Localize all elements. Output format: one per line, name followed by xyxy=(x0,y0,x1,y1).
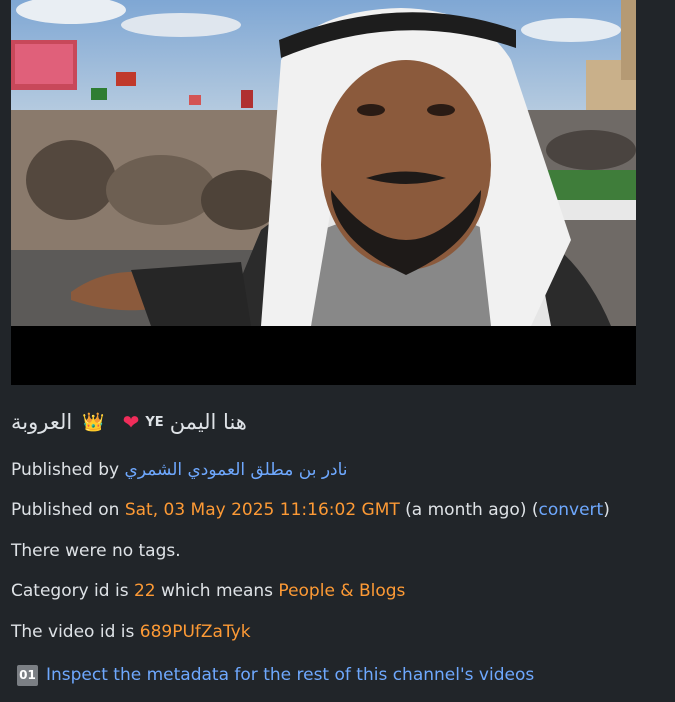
category-row: Category id is 22 which means People & B… xyxy=(11,580,405,602)
inspect-channel-link[interactable]: Inspect the metadata for the rest of thi… xyxy=(46,664,534,686)
category-middle: which means xyxy=(161,581,274,601)
category-prefix: Category id is xyxy=(11,581,129,601)
video-letterbox xyxy=(11,326,636,385)
page: العروبة 👑 ❤ YE هنا اليمن Published by نا… xyxy=(0,0,675,702)
video-title: العروبة 👑 ❤ YE هنا اليمن xyxy=(11,410,247,434)
crown-icon: 👑 xyxy=(82,411,105,433)
published-date: Sat, 03 May 2025 11:16:02 GMT xyxy=(124,500,400,520)
video-id-row: The video id is 689PUfZaTyk xyxy=(11,621,251,643)
video-id-prefix: The video id is xyxy=(11,622,135,642)
convert-link[interactable]: convert xyxy=(539,500,604,520)
published-by-label: Published by xyxy=(11,460,120,480)
published-by-row: Published by نادر بن مطلق العمودي الشمري xyxy=(11,459,348,481)
tags-text: There were no tags. xyxy=(11,541,181,561)
tags-row: There were no tags. xyxy=(11,540,181,562)
inspect-row: 01 Inspect the metadata for the rest of … xyxy=(11,664,534,686)
title-arabic-2: هنا اليمن xyxy=(169,410,247,434)
relative-time: (a month ago) xyxy=(405,500,527,520)
title-arabic: العروبة xyxy=(11,410,73,434)
category-id: 22 xyxy=(133,581,156,601)
keycap-01-icon: 01 xyxy=(17,664,38,686)
video-thumbnail[interactable] xyxy=(11,0,636,385)
flag-ye-icon: YE xyxy=(145,414,164,430)
video-frame-image xyxy=(11,0,636,326)
convert-close-paren: ) xyxy=(603,500,610,520)
category-name-link[interactable]: People & Blogs xyxy=(278,581,405,601)
video-id-link[interactable]: 689PUfZaTyk xyxy=(140,622,251,642)
published-on-row: Published on Sat, 03 May 2025 11:16:02 G… xyxy=(11,499,610,521)
published-on-label: Published on xyxy=(11,500,120,520)
heart-icon: ❤ xyxy=(122,410,140,434)
convert-open-paren: ( xyxy=(531,500,539,520)
channel-link[interactable]: نادر بن مطلق العمودي الشمري xyxy=(125,460,348,480)
